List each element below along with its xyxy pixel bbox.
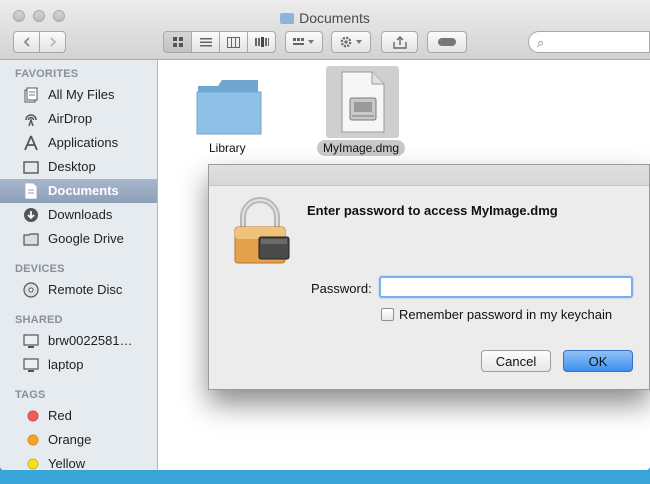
- desktop-icon: [23, 161, 39, 174]
- title-bar: Documents ⌕: [0, 0, 650, 60]
- list-view-icon: [199, 38, 212, 47]
- all-files-icon: [24, 87, 38, 103]
- search-input[interactable]: [551, 33, 647, 52]
- sidebar-item-tag-orange[interactable]: Orange: [0, 428, 157, 452]
- action-button[interactable]: [331, 31, 371, 53]
- back-button[interactable]: [13, 31, 40, 53]
- sidebar-item-label: laptop: [48, 357, 84, 372]
- sidebar-item-label: Orange: [48, 432, 92, 447]
- sidebar-item-label: Applications: [48, 135, 119, 150]
- sidebar-item-label: Yellow: [48, 456, 86, 470]
- share-button[interactable]: [381, 31, 418, 53]
- sidebar-item-documents[interactable]: Documents: [0, 179, 157, 203]
- column-view-icon: [227, 36, 240, 48]
- password-field[interactable]: [379, 276, 633, 298]
- tag-dot-icon: [27, 434, 39, 446]
- window-title: Documents: [0, 10, 650, 26]
- sidebar-item-label: Google Drive: [48, 231, 124, 246]
- sidebar-item-applications[interactable]: Applications: [0, 131, 157, 155]
- sidebar-section-favorites: FAVORITES: [15, 68, 79, 80]
- column-view-button[interactable]: [219, 31, 248, 53]
- cover-flow-button[interactable]: [247, 31, 276, 53]
- airdrop-icon: [25, 114, 37, 127]
- file-name-library[interactable]: Library: [209, 141, 246, 155]
- window-title-text: Documents: [299, 10, 370, 26]
- sidebar-item-label: AirDrop: [48, 111, 93, 126]
- disc-icon: [23, 282, 39, 298]
- file-item-myimage[interactable]: [326, 66, 399, 138]
- icon-view-icon: [172, 37, 183, 47]
- disk-image-icon: [341, 71, 385, 133]
- sidebar-section-tags: TAGS: [15, 389, 46, 401]
- sidebar-item-tag-red[interactable]: Red: [0, 404, 157, 428]
- sidebar-item-remote-disc[interactable]: Remote Disc: [0, 278, 157, 302]
- tags-button[interactable]: [427, 31, 467, 53]
- arrange-button[interactable]: [285, 31, 323, 53]
- list-view-button[interactable]: [191, 31, 220, 53]
- sidebar-item-label: Red: [48, 408, 72, 423]
- cover-flow-icon: [254, 37, 269, 47]
- sidebar-item-label: Desktop: [48, 159, 96, 174]
- sidebar-section-shared: SHARED: [15, 314, 63, 326]
- sidebar: FAVORITES All My Files AirDrop Applicati…: [0, 60, 158, 470]
- sidebar-item-desktop[interactable]: Desktop: [0, 155, 157, 179]
- chevron-right-icon: [49, 37, 56, 47]
- sidebar-item-downloads[interactable]: Downloads: [0, 203, 157, 227]
- search-field[interactable]: ⌕: [528, 31, 650, 53]
- chevron-left-icon: [23, 37, 30, 47]
- folder-icon: [280, 13, 295, 24]
- sidebar-item-label: brw0022581…: [48, 333, 133, 348]
- computer-icon: [23, 358, 39, 372]
- password-dialog: Enter password to access MyImage.dmg Pas…: [208, 164, 650, 390]
- sidebar-item-label: All My Files: [48, 87, 115, 102]
- sidebar-item-all-my-files[interactable]: All My Files: [0, 83, 157, 107]
- folder-icon: [23, 233, 39, 246]
- folder-icon: [196, 80, 262, 135]
- arrange-grid-icon: [293, 38, 314, 45]
- ok-button[interactable]: OK: [563, 350, 633, 372]
- tag-pill-icon: [438, 38, 456, 46]
- search-icon: ⌕: [537, 35, 545, 50]
- remember-password-label[interactable]: Remember password in my keychain: [399, 307, 612, 322]
- downloads-icon: [24, 208, 38, 222]
- computer-icon: [23, 334, 39, 348]
- tag-dot-icon: [27, 410, 39, 422]
- sidebar-item-label: Documents: [48, 183, 119, 198]
- sidebar-item-laptop[interactable]: laptop: [0, 353, 157, 377]
- share-icon: [392, 35, 407, 49]
- dialog-title-bar: [209, 165, 649, 186]
- dialog-message: Enter password to access MyImage.dmg: [307, 203, 558, 218]
- gear-icon: [340, 36, 362, 48]
- cancel-button[interactable]: Cancel: [481, 350, 551, 372]
- tag-dot-icon: [27, 458, 39, 470]
- sidebar-item-brw[interactable]: brw0022581…: [0, 329, 157, 353]
- password-label: Password:: [311, 281, 372, 296]
- sidebar-item-label: Downloads: [48, 207, 113, 222]
- sidebar-item-tag-yellow[interactable]: Yellow: [0, 452, 157, 470]
- lock-icon: [234, 197, 290, 264]
- remember-password-checkbox[interactable]: [381, 308, 394, 321]
- documents-icon: [25, 183, 37, 199]
- sidebar-item-google-drive[interactable]: Google Drive: [0, 227, 157, 251]
- file-name-myimage[interactable]: MyImage.dmg: [317, 140, 406, 156]
- sidebar-section-devices: DEVICES: [15, 263, 65, 275]
- sidebar-item-label: Remote Disc: [48, 282, 123, 297]
- icon-view-button[interactable]: [163, 31, 192, 53]
- forward-button[interactable]: [39, 31, 66, 53]
- applications-icon: [24, 135, 38, 151]
- sidebar-item-airdrop[interactable]: AirDrop: [0, 107, 157, 131]
